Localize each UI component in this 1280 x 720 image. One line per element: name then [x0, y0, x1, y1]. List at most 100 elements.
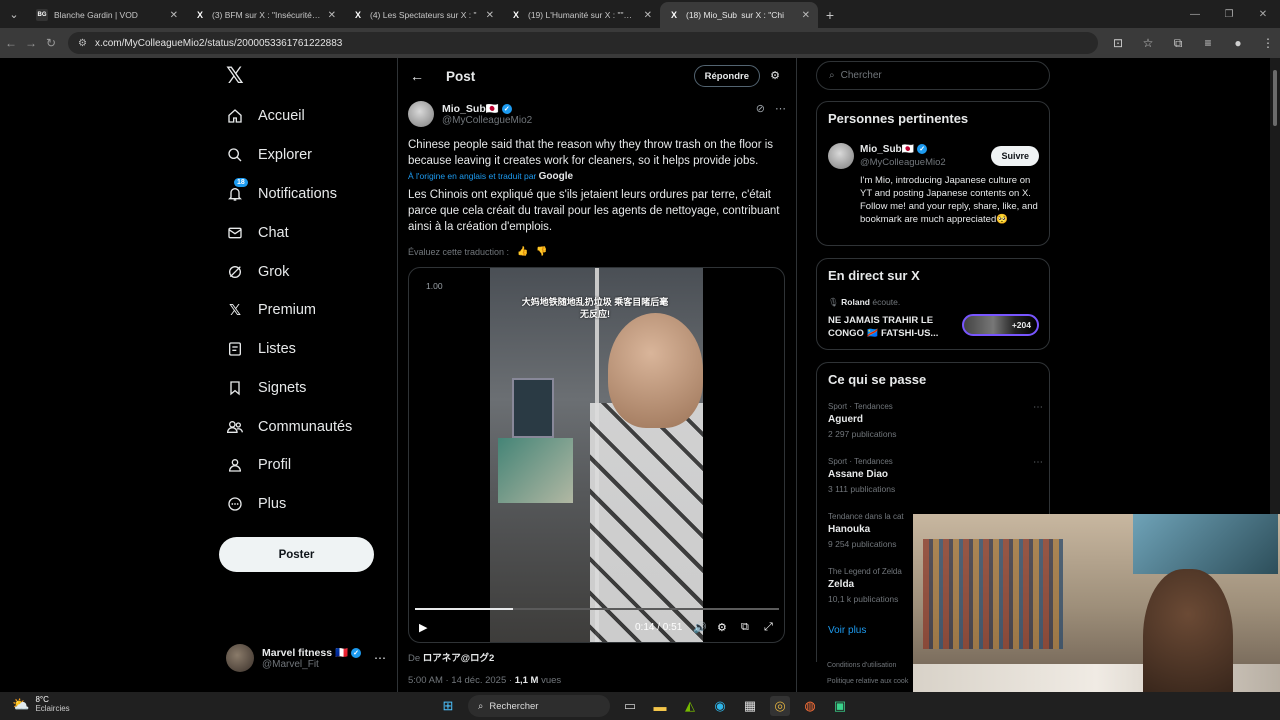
- live-listener: 🎙 Roland écoute.: [828, 297, 900, 308]
- nvidia-icon[interactable]: ◭: [680, 696, 700, 716]
- account-switcher[interactable]: Marvel fitness 🇫🇷 ✓ @Marvel_Fit ⋯: [226, 643, 386, 673]
- see-more-link[interactable]: Voir plus: [828, 625, 866, 636]
- extensions-icon[interactable]: ⧉: [1166, 31, 1190, 55]
- sidebar-item-grok[interactable]: Grok: [226, 257, 289, 287]
- browser-tab[interactable]: X (19) L'Humanité sur X : ""Parler ✕: [502, 2, 660, 28]
- close-window-icon[interactable]: ✕: [1246, 0, 1280, 28]
- bookmark-star-icon[interactable]: ☆: [1136, 31, 1160, 55]
- views-count: 1,1 M: [514, 675, 539, 686]
- fullscreen-icon[interactable]: ⤢: [764, 621, 773, 634]
- firefox-icon[interactable]: ◍: [800, 696, 820, 716]
- search-input[interactable]: ⌕ Chercher: [816, 61, 1050, 90]
- account-handle: @Marvel_Fit: [262, 659, 319, 670]
- x-logo-icon[interactable]: 𝕏: [226, 66, 248, 88]
- post-text-translated: Les Chinois ont expliqué que s'ils jetai…: [408, 189, 780, 233]
- sidebar-item-plus[interactable]: Plus: [226, 489, 286, 519]
- sidebar-item-label: Listes: [258, 341, 296, 357]
- sidebar-item-premium[interactable]: 𝕏 Premium: [226, 295, 316, 325]
- maximize-icon[interactable]: ❐: [1212, 0, 1246, 28]
- close-tab-icon[interactable]: ✕: [170, 10, 178, 21]
- sidebar-item-notifications[interactable]: 18 Notifications: [226, 178, 337, 209]
- tab-search-button[interactable]: ⌄: [0, 0, 28, 28]
- relevant-handle[interactable]: @MyColleagueMio2: [860, 157, 946, 168]
- url-field[interactable]: ⚙ x.com/MyColleagueMio2/status/200005336…: [68, 32, 1098, 54]
- sidebar-item-communautes[interactable]: Communautés: [226, 412, 352, 442]
- author-avatar[interactable]: [408, 101, 434, 127]
- footer-link[interactable]: Politique relative aux cook: [827, 678, 908, 685]
- thumbs-up-icon[interactable]: 👍: [517, 246, 528, 257]
- close-tab-icon[interactable]: ✕: [802, 10, 810, 21]
- reply-button[interactable]: Répondre: [693, 65, 760, 87]
- sidebar-item-profil[interactable]: Profil: [226, 450, 291, 480]
- browser-tab[interactable]: BG Blanche Gardin | VOD ✕: [28, 2, 186, 28]
- volume-icon[interactable]: 🔊: [693, 621, 707, 634]
- sidebar-item-signets[interactable]: Signets: [226, 373, 306, 403]
- post-meta: 5:00 AM · 14 déc. 2025 · 1,1 M vues: [408, 675, 561, 686]
- thumbs-down-icon[interactable]: 👎: [536, 246, 547, 257]
- video-source-account[interactable]: ロアネア@ログ2: [423, 653, 495, 664]
- back-arrow-icon[interactable]: ←: [410, 68, 424, 84]
- sidebar-item-chat[interactable]: Chat: [226, 218, 289, 248]
- minimize-icon[interactable]: —: [1178, 0, 1212, 28]
- footer-link[interactable]: Conditions d'utilisation: [827, 662, 896, 669]
- post-author[interactable]: Mio_Sub🇯🇵 ✓ @MyColleagueMio2: [408, 101, 532, 127]
- grok-icon[interactable]: ⊘: [756, 102, 765, 115]
- person-shirt: [590, 403, 703, 642]
- more-options-icon[interactable]: ⋯: [1033, 402, 1043, 413]
- browser-menu-icon[interactable]: ⋮: [1256, 31, 1280, 55]
- edge-icon[interactable]: ◉: [710, 696, 730, 716]
- scrollbar-thumb[interactable]: [1273, 70, 1277, 126]
- store-icon[interactable]: ▦: [740, 696, 760, 716]
- video-frame[interactable]: 大妈地铁随地乱扔垃圾 乘客目睹后毫无反应!: [490, 268, 703, 642]
- post-timestamp[interactable]: 5:00 AM · 14 déc. 2025 ·: [408, 675, 512, 686]
- x-favicon-icon: X: [670, 10, 677, 20]
- sidebar-item-label: Signets: [258, 380, 307, 396]
- file-explorer-icon[interactable]: ▬: [650, 696, 670, 716]
- live-participants-pill[interactable]: +204: [962, 314, 1039, 336]
- video-player[interactable]: 1.00 大妈地铁随地乱扔垃圾 乘客目睹后毫无反应! ▶ 0:14 / 0:51…: [408, 267, 785, 643]
- browser-tab-active[interactable]: X (18) Mio_Sub sur X : "Chi ✕: [660, 2, 818, 28]
- relevant-bio: I'm Mio, introducing Japanese culture on…: [860, 175, 1038, 225]
- profile-avatar-icon[interactable]: ●: [1226, 31, 1250, 55]
- more-options-icon[interactable]: ⋯: [374, 651, 386, 665]
- new-tab-button[interactable]: +: [818, 2, 842, 28]
- browser-tab[interactable]: X (3) BFM sur X : "Insécurité à Ma ✕: [186, 2, 344, 28]
- close-tab-icon[interactable]: ✕: [486, 10, 494, 21]
- sidebar-item-listes[interactable]: Listes: [226, 334, 296, 364]
- play-icon[interactable]: ▶: [419, 621, 427, 634]
- more-options-icon[interactable]: ⋯: [1033, 457, 1043, 468]
- install-app-icon[interactable]: ⊡: [1106, 31, 1130, 55]
- author-name[interactable]: Mio_Sub🇯🇵: [442, 103, 499, 115]
- browser-tab[interactable]: X (4) Les Spectateurs sur X : " ✕: [344, 2, 502, 28]
- close-tab-icon[interactable]: ✕: [328, 10, 336, 21]
- avatar[interactable]: [828, 143, 854, 169]
- task-view-icon[interactable]: ▭: [620, 696, 640, 716]
- close-tab-icon[interactable]: ✕: [644, 10, 652, 21]
- windows-start-icon[interactable]: ⊞: [438, 696, 458, 716]
- author-handle[interactable]: @MyColleagueMio2: [442, 115, 532, 126]
- live-space-title[interactable]: NE JAMAIS TRAHIR LE CONGO 🇨🇩 FATSHI-US..…: [828, 314, 953, 340]
- trend-name: Assane Diao: [828, 469, 889, 480]
- post-button[interactable]: Poster: [219, 537, 374, 572]
- relevant-name[interactable]: Mio_Sub🇯🇵: [860, 144, 914, 155]
- sidebar-item-explorer[interactable]: Explorer: [226, 140, 312, 170]
- trend-item[interactable]: Sport · Tendances Assane Diao 3 111 publ…: [828, 457, 1043, 494]
- picture-in-picture-icon[interactable]: ⧉: [741, 621, 749, 634]
- chrome-icon[interactable]: ◎: [770, 696, 790, 716]
- sliders-icon[interactable]: ⚙: [770, 69, 780, 82]
- site-info-icon[interactable]: ⚙: [78, 38, 87, 49]
- app-icon[interactable]: ▣: [830, 696, 850, 716]
- back-icon[interactable]: ←: [2, 31, 20, 55]
- video-settings-icon[interactable]: ⚙: [717, 621, 727, 634]
- weather-widget[interactable]: ⛅ 8°C Eclaircies: [12, 695, 70, 713]
- video-progress-bar[interactable]: [415, 608, 779, 610]
- more-options-icon[interactable]: ⋯: [775, 102, 786, 115]
- trend-item[interactable]: Sport · Tendances Aguerd 2 297 publicati…: [828, 402, 1043, 439]
- follow-button[interactable]: Suivre: [991, 146, 1039, 166]
- reload-icon[interactable]: ↻: [42, 31, 60, 55]
- reading-list-icon[interactable]: ≡: [1196, 31, 1220, 55]
- subway-window: [512, 378, 554, 438]
- forward-icon[interactable]: →: [22, 31, 40, 55]
- taskbar-search[interactable]: ⌕ Rechercher: [468, 695, 610, 717]
- sidebar-item-accueil[interactable]: Accueil: [226, 101, 305, 131]
